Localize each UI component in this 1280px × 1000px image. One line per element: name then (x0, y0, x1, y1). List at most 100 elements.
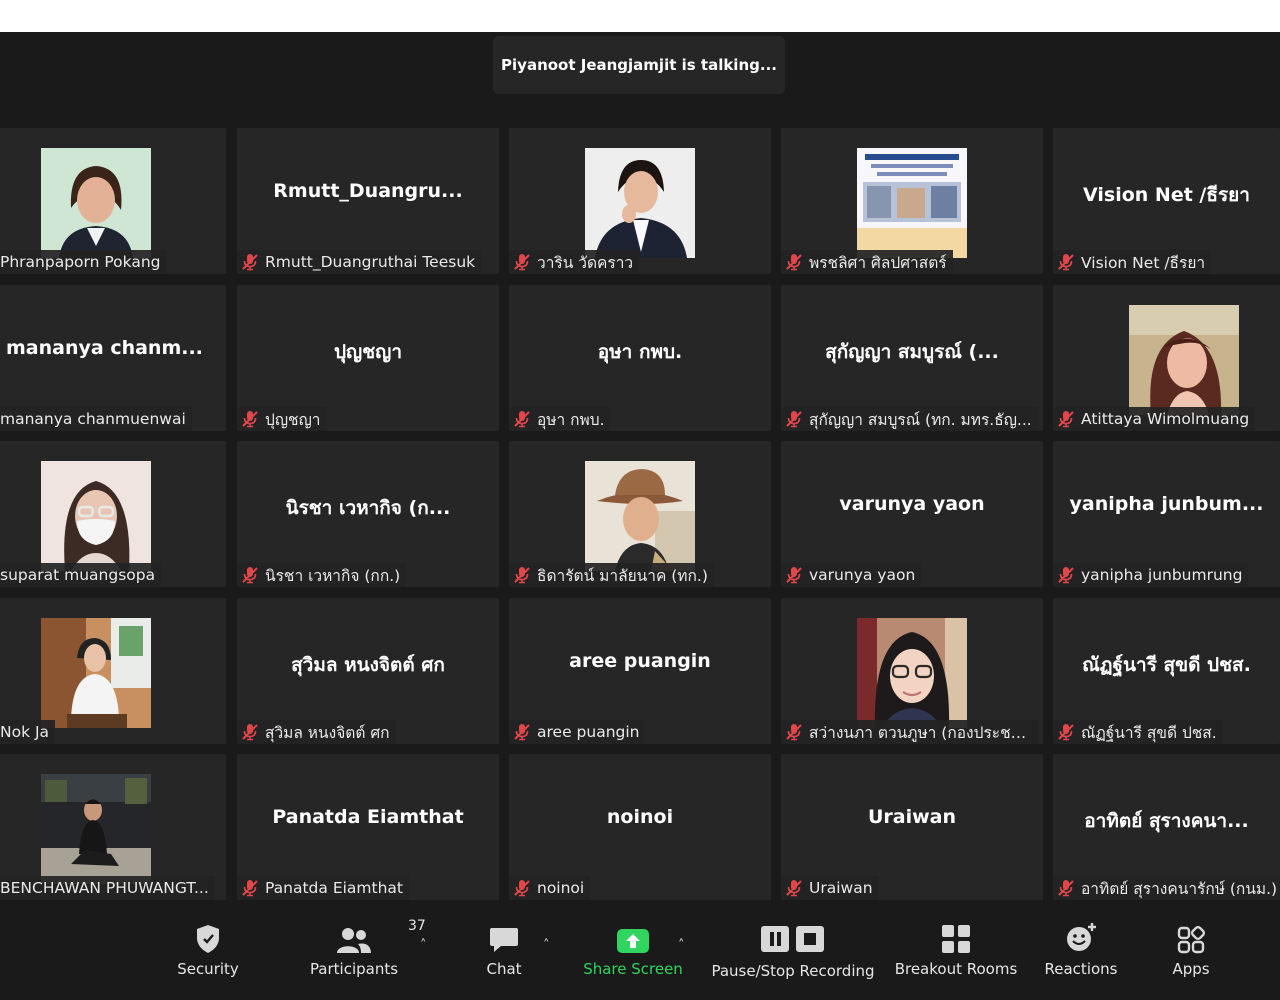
participant-name-label: พรชลิศา ศิลปศาสตร์ (781, 250, 953, 274)
participant-tile[interactable]: Rmutt_Duangru... Rmutt_Duangruthai Teesuk (237, 128, 499, 274)
participant-tile[interactable]: Phranpaporn Pokang (0, 128, 226, 274)
participant-name-label: Uraiwan (781, 876, 879, 900)
participant-name-label: BENCHAWAN PHUWANGT... (0, 876, 215, 900)
participant-tile[interactable]: aree puangin aree puangin (509, 598, 771, 744)
participant-name: อาทิตย์ สุรางคนารักษ์ (กนม.) (1081, 879, 1278, 898)
muted-mic-icon (1058, 567, 1074, 584)
participant-tile[interactable]: noinoi noinoi (509, 754, 771, 900)
apps-button[interactable]: Apps (1162, 912, 1220, 1000)
participant-display-name: ปุญชญา (333, 341, 402, 363)
muted-mic-icon (786, 724, 802, 741)
security-button[interactable]: Security (172, 912, 244, 1000)
participant-display-name: noinoi (606, 806, 674, 828)
participant-name: Uraiwan (809, 879, 873, 897)
muted-mic-icon (242, 880, 258, 897)
participant-tile[interactable]: พรชลิศา ศิลปศาสตร์ (781, 128, 1043, 274)
participant-name: สุวิมล หนงจิตต์ ศก (265, 723, 390, 742)
chat-bubble-icon (490, 928, 518, 952)
participant-tile[interactable]: ธิดารัตน์ มาลัยนาค (ทก.) (509, 441, 771, 587)
participant-tile[interactable]: วาริน วัดคราว (509, 128, 771, 274)
chat-label: Chat (486, 960, 522, 978)
muted-mic-icon (514, 411, 530, 428)
muted-mic-icon (1058, 724, 1074, 741)
reactions-button[interactable]: Reactions (1042, 912, 1120, 1000)
participant-name-label: ณัฏฐ์นารี สุขดี ปชส. (1053, 720, 1223, 744)
muted-mic-icon (514, 724, 530, 741)
participant-name-label: mananya chanmuenwai (0, 407, 192, 431)
muted-mic-icon (514, 567, 530, 584)
speaker-banner-text: Piyanoot Jeangjamjit is talking... (501, 56, 777, 74)
participant-name: สุกัญญา สมบูรณ์ (ทก. มทร.ธัญ... (809, 410, 1032, 429)
participant-display-name: mananya chanm... (6, 337, 203, 359)
participant-tile[interactable]: Vision Net /ธีรยา Vision Net /ธีรยา (1053, 128, 1280, 274)
participant-tile[interactable]: Panatda Eiamthat Panatda Eiamthat (237, 754, 499, 900)
muted-mic-icon (242, 254, 258, 271)
participant-display-name: varunya yaon (839, 493, 985, 515)
muted-mic-icon (242, 724, 258, 741)
participant-tile[interactable]: yanipha junbum... yanipha junbumrung (1053, 441, 1280, 587)
breakout-rooms-icon (942, 925, 970, 953)
participant-video-poster-thumbnail (857, 148, 967, 258)
participant-video-woman-portrait (41, 148, 151, 258)
security-label: Security (177, 960, 239, 978)
muted-mic-icon (514, 254, 530, 271)
participant-name: varunya yaon (809, 566, 916, 584)
shield-icon (197, 925, 219, 953)
participant-name-label: อุษา กพบ. (509, 407, 611, 431)
participant-name-label: Panatda Eiamthat (237, 876, 409, 900)
participant-tile[interactable]: นิรชา เวหากิจ (ก... นิรชา เวหากิจ (กก.) (237, 441, 499, 587)
participant-tile[interactable]: สว่างนภา ตวนภูษา (กองประชาสั... (781, 598, 1043, 744)
active-speaker-banner: Piyanoot Jeangjamjit is talking... (493, 36, 785, 94)
participant-name-label: aree puangin (509, 720, 646, 744)
muted-mic-icon (1058, 880, 1074, 897)
participant-name: ปุญชญา (265, 410, 321, 429)
muted-mic-icon (1058, 411, 1074, 428)
muted-mic-icon (786, 411, 802, 428)
pause-stop-icon (761, 926, 824, 952)
muted-mic-icon (786, 254, 802, 271)
participant-tile[interactable]: อุษา กพบ. อุษา กพบ. (509, 285, 771, 431)
muted-mic-icon (242, 567, 258, 584)
participant-video-woman-business-portrait (585, 148, 695, 258)
chat-caret-icon[interactable]: ˄ (543, 938, 550, 953)
participant-name-label: Vision Net /ธีรยา (1053, 250, 1212, 274)
share-caret-icon[interactable]: ˄ (678, 938, 685, 953)
participant-name: suparat muangsopa (0, 566, 156, 584)
participant-display-name: Vision Net /ธีรยา (1083, 184, 1250, 206)
participant-display-name: ณัฏฐ์นารี สุขดี ปชส. (1082, 654, 1251, 676)
share-screen-icon (617, 929, 649, 953)
participant-tile[interactable]: สุวิมล หนงจิตต์ ศก สุวิมล หนงจิตต์ ศก (237, 598, 499, 744)
chat-button[interactable]: Chat (476, 912, 532, 1000)
participants-button[interactable]: 37 Participants (304, 912, 426, 1000)
participant-name-label: Nok Ja (0, 720, 56, 744)
participant-name-label: วาริน วัดคราว (509, 250, 640, 274)
participant-tile[interactable]: ปุญชญา ปุญชญา (237, 285, 499, 431)
muted-mic-icon (1058, 254, 1074, 271)
participant-tile[interactable]: Uraiwan Uraiwan (781, 754, 1043, 900)
participant-name: aree puangin (537, 723, 640, 741)
pause-stop-recording-button[interactable]: Pause/Stop Recording (710, 912, 876, 1000)
participant-name-label: Phranpaporn Pokang (0, 250, 167, 274)
breakout-rooms-button[interactable]: Breakout Rooms (894, 912, 1018, 1000)
participant-tile[interactable]: mananya chanm... mananya chanmuenwai (0, 285, 226, 431)
participant-tile[interactable]: BENCHAWAN PHUWANGT... (0, 754, 226, 900)
participant-display-name: สุวิมล หนงจิตต์ ศก (291, 654, 445, 676)
participant-name: Rmutt_Duangruthai Teesuk (265, 253, 476, 271)
participant-name: Vision Net /ธีรยา (1081, 253, 1206, 272)
participants-count: 37 (408, 918, 426, 934)
participant-tile[interactable]: suparat muangsopa (0, 441, 226, 587)
participants-caret-icon[interactable]: ˄ (420, 938, 427, 953)
reactions-label: Reactions (1044, 960, 1118, 978)
participant-tile[interactable]: สุกัญญา สมบูรณ์ (... สุกัญญา สมบูรณ์ (ทก.… (781, 285, 1043, 431)
participant-name: Nok Ja (0, 723, 50, 741)
participant-tile[interactable]: อาทิตย์ สุรางคนา... อาทิตย์ สุรางคนารักษ์… (1053, 754, 1280, 900)
participant-tile[interactable]: varunya yaon varunya yaon (781, 441, 1043, 587)
share-screen-button[interactable]: Share Screen (580, 912, 686, 1000)
participant-name: Panatda Eiamthat (265, 879, 403, 897)
participant-tile[interactable]: Nok Ja (0, 598, 226, 744)
participant-tile[interactable]: ณัฏฐ์นารี สุขดี ปชส. ณัฏฐ์นารี สุขดี ปชส. (1053, 598, 1280, 744)
participant-tile[interactable]: Atittaya Wimolmuang (1053, 285, 1280, 431)
participant-video-woman-selfie (1129, 305, 1239, 415)
participant-name-label: suparat muangsopa (0, 563, 162, 587)
participant-name: BENCHAWAN PHUWANGT... (0, 879, 209, 897)
